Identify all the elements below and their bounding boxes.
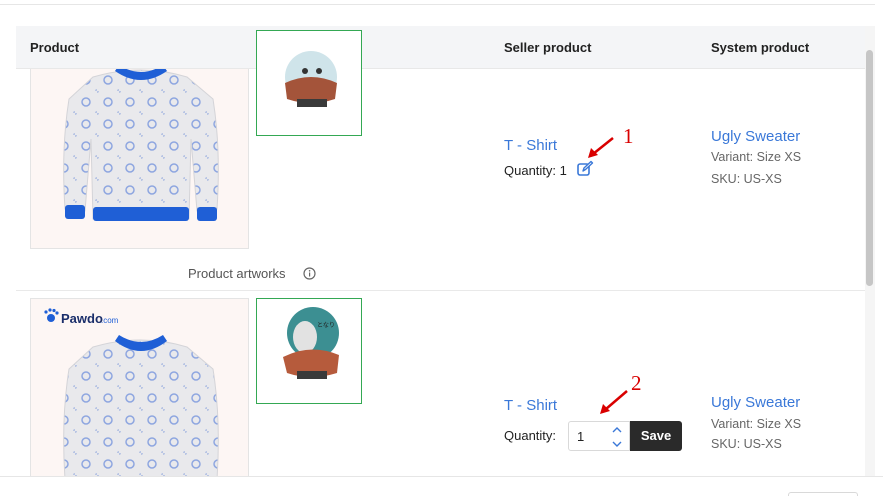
system-product-link[interactable]: Ugly Sweater	[711, 394, 800, 411]
system-product-link[interactable]: Ugly Sweater	[711, 128, 800, 145]
product-image[interactable]	[30, 69, 249, 249]
system-variant: Variant: Size XS	[711, 417, 802, 431]
scrollbar-thumb[interactable]	[866, 50, 873, 286]
header-seller-product: Seller product	[504, 40, 592, 55]
quantity-input-value: 1	[577, 429, 585, 444]
table-header: Product Seller product System product	[16, 26, 866, 69]
svg-text:.com: .com	[101, 316, 119, 325]
edit-icon[interactable]	[576, 160, 594, 178]
footer-button-edge[interactable]	[788, 492, 858, 496]
quantity-label: Quantity:	[504, 428, 557, 443]
artwork-image	[285, 51, 337, 107]
artwork-thumbnail[interactable]: となり	[256, 298, 362, 404]
system-variant: Variant: Size XS	[711, 150, 802, 164]
header-product: Product	[30, 40, 80, 55]
quantity-label: Quantity: 1	[504, 163, 567, 178]
sweater-image: Pawdo .com	[44, 308, 219, 476]
sweater-image	[63, 69, 219, 221]
order-items-table: Product Seller product System product T …	[16, 26, 875, 476]
seller-product-link[interactable]: T - Shirt	[504, 397, 557, 414]
system-sku: SKU: US-XS	[711, 172, 782, 186]
quantity-input[interactable]: 1	[568, 421, 630, 451]
product-artworks-label: Product artworks	[188, 266, 286, 281]
artwork-image: となり	[283, 307, 339, 379]
chevron-up-down-icon[interactable]	[611, 425, 623, 449]
seller-product-link[interactable]: T - Shirt	[504, 137, 557, 154]
image-bottom-edge	[30, 248, 249, 249]
info-icon[interactable]	[303, 267, 316, 280]
annotation-number: 2	[631, 371, 642, 395]
annotation-number: 1	[623, 124, 634, 148]
save-button[interactable]: Save	[630, 421, 682, 451]
page: Product Seller product System product T …	[0, 0, 883, 496]
top-divider	[0, 4, 875, 5]
artwork-thumbnail[interactable]	[256, 30, 362, 136]
red-arrow-icon	[600, 390, 628, 414]
quantity-value: 1	[559, 163, 567, 178]
pawdo-logo-icon	[44, 308, 59, 322]
product-image[interactable]: Pawdo .com	[30, 298, 249, 476]
svg-text:となり: となり	[317, 322, 335, 329]
footer-divider	[0, 476, 883, 496]
system-sku: SKU: US-XS	[711, 437, 782, 451]
row-divider	[16, 290, 866, 291]
quantity-label-text: Quantity:	[504, 163, 557, 178]
header-system-product: System product	[711, 40, 810, 55]
svg-text:Pawdo: Pawdo	[61, 311, 103, 326]
red-arrow-icon	[588, 137, 614, 158]
